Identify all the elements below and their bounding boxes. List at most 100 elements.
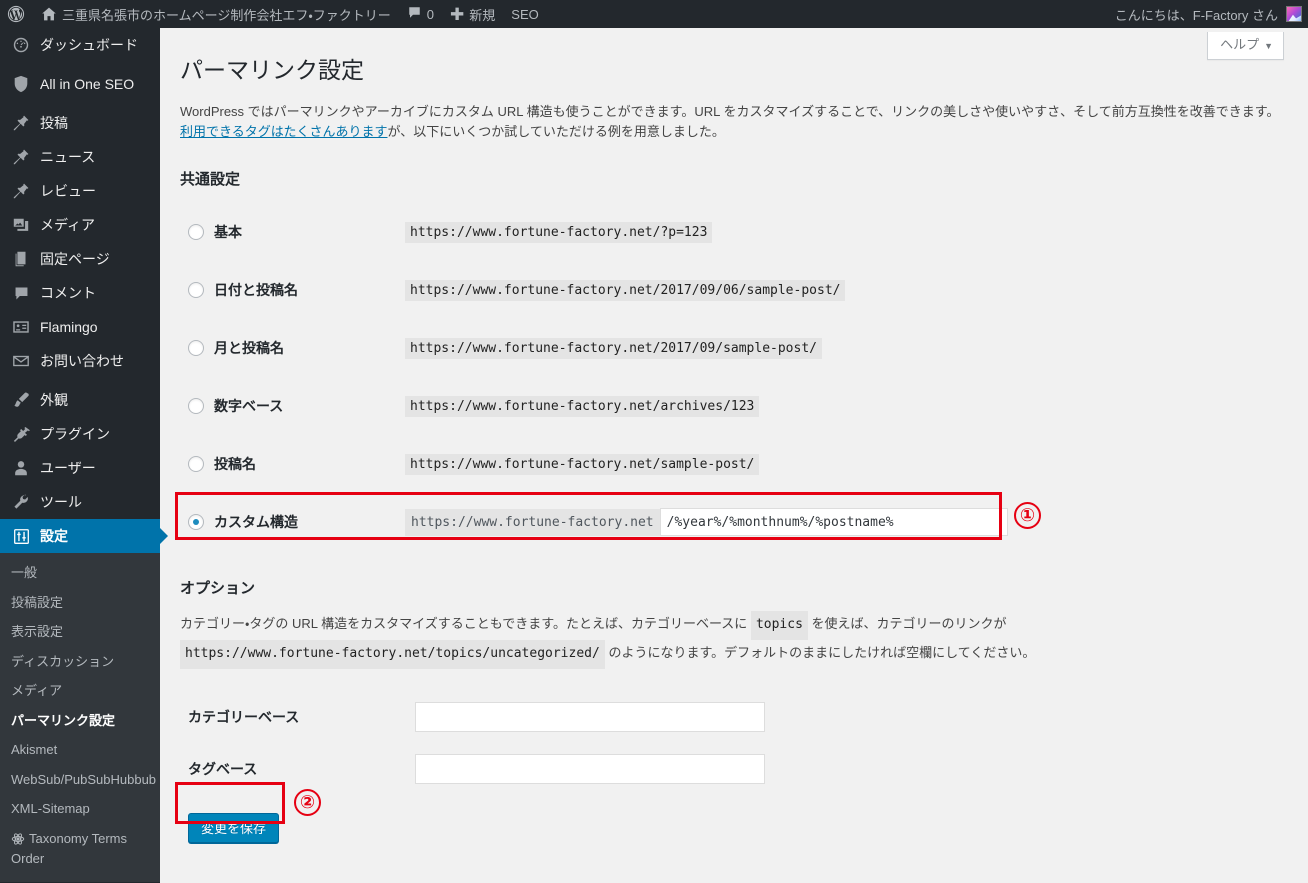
comments-count: 0: [426, 6, 435, 22]
help-tab-label: ヘルプ: [1220, 37, 1260, 52]
sidebar-item-posts[interactable]: 投稿: [0, 106, 160, 140]
sidebar-item-settings[interactable]: 設定: [0, 519, 168, 553]
table-row: カテゴリーベース: [180, 691, 775, 743]
submenu-item-general[interactable]: 一般: [0, 558, 160, 588]
submenu-item-reading[interactable]: 表示設定: [0, 617, 160, 647]
wrench-icon: [11, 492, 31, 512]
permalink-structure-table: 基本 https://www.fortune-factory.net/?p=12…: [180, 203, 1008, 551]
pushpin-icon: [11, 181, 31, 201]
option-example-url: https://www.fortune-factory.net/?p=123: [405, 221, 713, 243]
annotation-number-2: ②: [294, 789, 321, 816]
media-photo-icon: [11, 215, 31, 235]
tag-base-input[interactable]: [415, 753, 765, 784]
table-row[interactable]: 日付と投稿名 https://www.fortune-factory.net/2…: [180, 261, 1008, 319]
options-desc-code-topics: topics: [750, 611, 808, 640]
pushpin-icon: [11, 147, 31, 167]
submenu-item-xml-sitemap[interactable]: XML-Sitemap: [0, 794, 160, 824]
custom-structure-prefix: https://www.fortune-factory.net: [405, 509, 660, 537]
envelope-icon: [11, 351, 31, 371]
submenu-item-akismet[interactable]: Akismet: [0, 735, 160, 765]
sidebar-item-appearance[interactable]: 外観: [0, 383, 160, 417]
submenu-item-websub[interactable]: WebSub/PubSubHubbub: [0, 765, 160, 795]
sidebar-item-all-in-one-seo[interactable]: All in One SEO: [0, 67, 160, 101]
radio-month-and-name[interactable]: [188, 340, 204, 357]
sidebar-item-flamingo[interactable]: Flamingo: [0, 310, 160, 344]
sidebar-item-comments[interactable]: コメント: [0, 276, 160, 310]
submenu-item-media[interactable]: メディア: [0, 676, 160, 706]
radio-day-and-name[interactable]: [188, 282, 204, 299]
sidebar-item-label: 投稿: [40, 115, 68, 131]
chevron-down-icon: ▼: [1264, 41, 1273, 51]
sidebar-item-users[interactable]: ユーザー: [0, 451, 160, 485]
sidebar-item-label: 固定ページ: [40, 251, 110, 267]
options-desc-code-url: https://www.fortune-factory.net/topics/u…: [180, 639, 605, 669]
submenu-item-permalinks[interactable]: パーマリンク設定: [0, 706, 160, 736]
tag-base-label: タグベース: [188, 760, 258, 777]
new-content-menu[interactable]: ✚ 新規: [442, 0, 503, 28]
sidebar-item-media[interactable]: メディア: [0, 208, 160, 242]
comments-menu[interactable]: 0: [399, 0, 442, 28]
sidebar-item-news[interactable]: ニュース: [0, 140, 160, 174]
seo-menu[interactable]: SEO: [503, 0, 546, 28]
settings-submenu: 一般 投稿設定 表示設定 ディスカッション メディア パーマリンク設定 Akis…: [0, 553, 160, 883]
admin-bar: 三重県名張市のホームページ制作会社エフ・ファクトリー 0 ✚ 新規 SEO こん…: [0, 0, 1308, 28]
category-base-label: カテゴリーベース: [188, 708, 300, 725]
table-row[interactable]: 月と投稿名 https://www.fortune-factory.net/20…: [180, 319, 1008, 377]
sidebar-item-label: お問い合わせ: [40, 353, 124, 369]
submenu-item-discussion[interactable]: ディスカッション: [0, 647, 160, 677]
help-tab-button[interactable]: ヘルプ ▼: [1207, 32, 1284, 60]
sidebar-item-label: ユーザー: [40, 460, 96, 476]
shield-icon: [11, 74, 31, 94]
sidebar-item-pages[interactable]: 固定ページ: [0, 242, 160, 276]
site-name-label: 三重県名張市のホームページ制作会社エフ・ファクトリー: [62, 7, 391, 23]
option-label: 日付と投稿名: [214, 282, 298, 299]
option-example-url: https://www.fortune-factory.net/sample-p…: [405, 453, 760, 475]
radio-post-name[interactable]: [188, 456, 204, 473]
sidebar-item-reviews[interactable]: レビュー: [0, 174, 160, 208]
dashboard-gauge-icon: [11, 35, 31, 55]
option-example-url: https://www.fortune-factory.net/2017/09/…: [405, 279, 846, 301]
option-label: 月と投稿名: [214, 340, 284, 357]
available-tags-link[interactable]: 利用できるタグはたくさんあります: [180, 124, 387, 139]
description-text-part1: WordPress ではパーマリンクやアーカイブにカスタム URL 構造も使うこ…: [180, 103, 1280, 119]
custom-structure-row[interactable]: カスタム構造 https://www.fortune-factory.net: [180, 493, 1008, 551]
option-label: 数字ベース: [214, 398, 284, 415]
radio-custom-structure[interactable]: [188, 514, 204, 531]
sidebar-item-label: プラグイン: [40, 426, 110, 442]
table-row[interactable]: 数字ベース https://www.fortune-factory.net/ar…: [180, 377, 1008, 435]
table-row: タグベース: [180, 743, 775, 795]
sidebar-item-contact[interactable]: お問い合わせ: [0, 344, 160, 378]
submit-area: 変更を保存: [180, 795, 1288, 843]
radio-numeric[interactable]: [188, 398, 204, 415]
pages-icon: [11, 249, 31, 269]
sidebar-item-plugins[interactable]: プラグイン: [0, 417, 160, 451]
description-text-part2: が、以下にいくつか試していただける例を用意しました。: [387, 124, 725, 140]
settings-sliders-icon: [11, 526, 31, 546]
annotation-number-1: ①: [1014, 502, 1041, 529]
table-row[interactable]: 基本 https://www.fortune-factory.net/?p=12…: [180, 203, 1008, 261]
save-button[interactable]: 変更を保存: [188, 812, 280, 843]
atom-icon: [11, 832, 25, 851]
table-row[interactable]: 投稿名 https://www.fortune-factory.net/samp…: [180, 435, 1008, 493]
category-base-input[interactable]: [415, 701, 765, 732]
sidebar-item-label: 外観: [40, 392, 68, 408]
new-content-label: 新規: [469, 7, 496, 23]
wordpress-logo-icon[interactable]: [0, 0, 33, 28]
avatar[interactable]: [1286, 6, 1302, 22]
option-example-url: https://www.fortune-factory.net/archives…: [405, 395, 760, 417]
site-name-menu[interactable]: 三重県名張市のホームページ制作会社エフ・ファクトリー: [33, 0, 399, 28]
user-icon: [11, 458, 31, 478]
howdy-label[interactable]: こんにちは、F-Factory さん: [1115, 5, 1286, 24]
admin-bar-right: こんにちは、F-Factory さん: [1115, 5, 1308, 24]
sidebar-item-label: ニュース: [40, 149, 96, 165]
submenu-item-writing[interactable]: 投稿設定: [0, 588, 160, 618]
plus-icon: ✚: [450, 4, 465, 24]
options-heading: オプション: [180, 580, 256, 598]
custom-structure-input[interactable]: [659, 508, 1008, 537]
radio-plain[interactable]: [188, 224, 204, 241]
sidebar-item-dashboard[interactable]: ダッシュボード: [0, 28, 160, 62]
submenu-item-taxonomy-terms-order[interactable]: Taxonomy Terms Order: [0, 824, 160, 874]
sidebar-item-label: All in One SEO: [40, 76, 135, 92]
seo-label: SEO: [511, 6, 539, 22]
sidebar-item-tools[interactable]: ツール: [0, 485, 160, 519]
